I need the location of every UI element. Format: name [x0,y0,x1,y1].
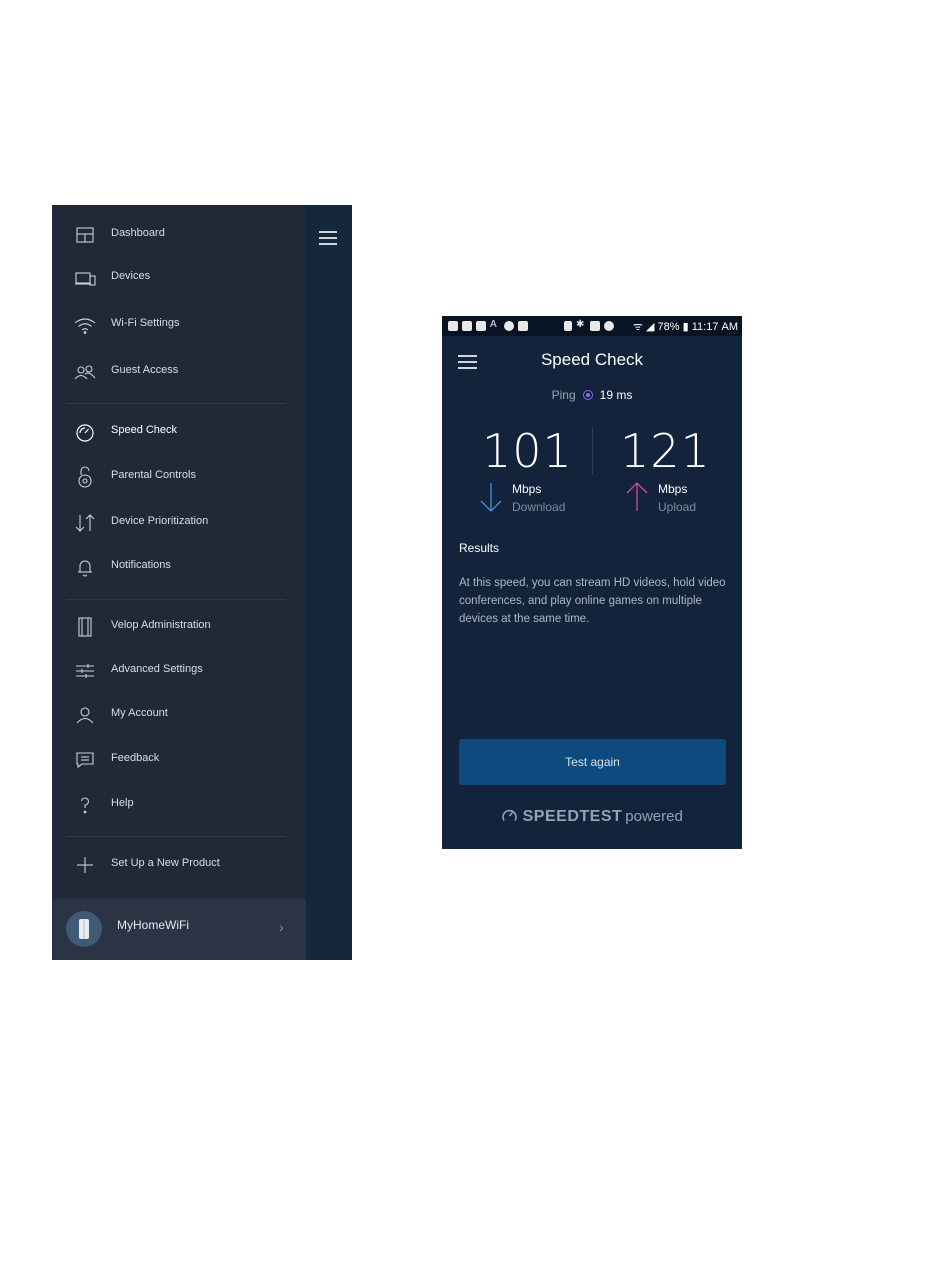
bell-icon [73,555,97,579]
status-right: ᯤ ◢ 78% ▮ 11:17 AM [633,319,738,334]
nav-label: Set Up a New Product [111,857,220,869]
download-arrow-icon [480,481,502,513]
navigation-drawer: Dashboard Devices Wi-Fi Settings Guest A… [52,205,306,960]
battery-level: 78% [657,321,680,333]
upload-speed-value: 121 [620,424,711,478]
nav-label: Guest Access [111,364,179,376]
chat-icon [73,748,97,772]
results-description: At this speed, you can stream HD videos,… [459,577,726,625]
page-title: Speed Check [540,350,644,369]
notification-icon [476,321,486,331]
chevron-right-icon: › [279,919,284,935]
upload-arrow-icon [626,481,648,513]
ping-value: 19 ms [599,388,633,402]
nav-item-devices[interactable]: Devices [52,260,306,296]
nav-item-parental-controls[interactable]: Parental Controls [52,459,306,495]
nav-item-advanced-settings[interactable]: Advanced Settings [52,653,306,689]
notification-icon [462,321,472,331]
speedtest-logo: SPEEDTEST powered [442,807,742,829]
wifi-icon [73,313,97,337]
nav-label: Device Prioritization [111,515,209,527]
ping-indicator-icon [582,390,593,400]
battery-saver-icon [564,321,572,331]
priority-arrows-icon [73,511,97,535]
nav-label: Help [111,797,134,809]
cell-signal-icon: ◢ [645,321,655,333]
nav-label: Notifications [111,559,171,571]
nav-label: Wi-Fi Settings [111,317,180,329]
nav-item-device-prioritization[interactable]: Device Prioritization [52,505,306,541]
ping-row: Ping 19 ms [442,388,742,402]
nav-item-wifi-settings[interactable]: Wi-Fi Settings [52,307,306,343]
sliders-icon [73,659,97,683]
question-icon [73,793,97,817]
nav-item-dashboard[interactable]: Dashboard [52,217,306,253]
guest-icon [73,360,97,384]
nav-label: Devices [111,270,151,282]
nav-item-feedback[interactable]: Feedback [52,742,306,778]
plus-icon [73,853,97,877]
nav-label: Parental Controls [111,469,196,481]
nav-divider [66,403,286,404]
notification-icon [448,321,458,331]
ping-label: Ping [551,388,576,402]
powered-wordmark: powered [625,808,683,825]
nav-label: Feedback [111,752,160,764]
navigation-drawer-screenshot: Dashboard Devices Wi-Fi Settings Guest A… [52,205,352,960]
velop-node-icon [73,615,97,639]
nav-item-speed-check[interactable]: Speed Check [52,414,306,450]
clock: 11:17 AM [691,321,738,333]
wifi-signal-icon: ᯤ [632,321,643,333]
bluetooth-icon: ✱ [576,319,585,330]
speedometer-icon [73,420,97,444]
network-name: MyHomeWiFi [117,918,189,932]
battery-icon: ▮ [682,321,689,333]
nav-label: Velop Administration [111,619,211,631]
velop-node-avatar [66,911,102,947]
speedtest-gauge-icon [501,807,518,829]
upload-unit: Mbps [658,482,688,496]
nav-divider [66,836,286,837]
upload-label: Upload [658,500,697,514]
download-unit: Mbps [512,482,542,496]
nav-item-help[interactable]: Help [52,787,306,823]
download-speed-value: 101 [482,424,573,478]
nav-item-my-account[interactable]: My Account [52,697,306,733]
mail-icon [518,321,528,331]
nav-label: Advanced Settings [111,663,203,675]
speed-divider [592,428,593,474]
nfc-icon [590,321,600,331]
nav-label: Dashboard [111,227,165,239]
speed-check-screenshot: A ✱ ᯤ ◢ 78% ▮ 11:17 AM Speed Check Ping 1… [442,316,742,849]
nav-item-velop-administration[interactable]: Velop Administration [52,609,306,645]
devices-icon [73,266,97,290]
network-selector[interactable]: MyHomeWiFi › [52,899,306,960]
dashboard-icon [73,223,97,247]
menu-icon[interactable] [319,231,337,245]
font-icon: A [490,319,497,330]
nav-label: Speed Check [111,424,178,436]
nav-divider [66,599,286,600]
nav-item-guest-access[interactable]: Guest Access [52,354,306,390]
lock-icon [73,465,97,489]
results-heading: Results [459,541,500,555]
speedtest-wordmark: SPEEDTEST [522,808,623,825]
spotify-icon [504,321,514,331]
download-label: Download [512,500,566,514]
nav-label: My Account [111,707,168,719]
test-again-button[interactable]: Test again [459,739,726,785]
nav-item-set-up-new-product[interactable]: Set Up a New Product [52,847,306,883]
nav-item-notifications[interactable]: Notifications [52,549,306,585]
user-icon [73,703,97,727]
status-bar: A ✱ ᯤ ◢ 78% ▮ 11:17 AM [442,316,742,336]
alarm-icon [604,321,614,331]
